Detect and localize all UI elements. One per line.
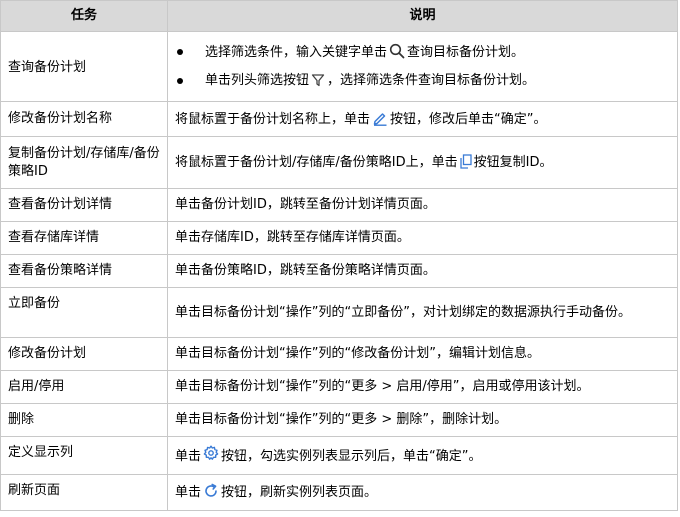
gear-icon [203,445,219,461]
table-row: 查看备份计划详情 单击备份计划ID，跳转至备份计划详情页面。 [0,188,678,222]
header-description: 说明 [167,0,678,32]
edit-icon [372,110,388,126]
header-task: 任务 [0,0,168,32]
header-row: 任务 说明 [0,0,678,32]
description-cell: 单击备份计划ID，跳转至备份计划详情页面。 [167,188,678,222]
table-row: 查看备份策略详情 单击备份策略ID，跳转至备份策略详情页面。 [0,254,678,288]
task-cell: 查看备份策略详情 [0,254,168,288]
bullet-item: 选择筛选条件，输入关键字单击 查询目标备份计划。 [175,43,670,62]
task-cell: 查询备份计划 [0,31,168,102]
description-cell: 单击目标备份计划“操作”列的“更多 > 删除”，删除计划。 [167,403,678,437]
description-cell: 单击存储库ID，跳转至存储库详情页面。 [167,221,678,255]
search-icon [389,43,405,59]
description-cell: 选择筛选条件，输入关键字单击 查询目标备份计划。 单击列头筛选按钮 ，选择筛选条件查… [167,31,678,102]
task-cell: 定义显示列 [0,436,168,475]
task-cell: 修改备份计划名称 [0,101,168,137]
table-row: 启用/停用 单击目标备份计划“操作”列的“更多 > 启用/停用”，启用或停用该计… [0,370,678,404]
task-cell: 复制备份计划/存储库/备份策略ID [0,136,168,189]
refresh-icon [203,483,219,499]
table-row: 删除 单击目标备份计划“操作”列的“更多 > 删除”，删除计划。 [0,403,678,437]
task-cell: 查看存储库详情 [0,221,168,255]
description-cell: 将鼠标置于备份计划/存储库/备份策略ID上，单击 按钮复制ID。 [167,136,678,189]
table-row: 查看存储库详情 单击存储库ID，跳转至存储库详情页面。 [0,221,678,255]
bullet-item: 单击列头筛选按钮 ，选择筛选条件查询目标备份计划。 [175,72,670,90]
description-cell: 单击目标备份计划“操作”列的“立即备份”，对计划绑定的数据源执行手动备份。 [167,287,678,338]
task-cell: 删除 [0,403,168,437]
task-cell: 查看备份计划详情 [0,188,168,222]
operations-table: 任务 说明 查询备份计划 选择筛选条件，输入关键字单击 查询目标备份计划。 单击列… [0,0,678,511]
table-row: 立即备份 单击目标备份计划“操作”列的“立即备份”，对计划绑定的数据源执行手动备… [0,287,678,338]
table-row: 刷新页面 单击 按钮，刷新实例列表页面。 [0,474,678,511]
table-row: 复制备份计划/存储库/备份策略ID 将鼠标置于备份计划/存储库/备份策略ID上，… [0,136,678,189]
task-cell: 启用/停用 [0,370,168,404]
description-cell: 单击目标备份计划“操作”列的“更多 > 启用/停用”，启用或停用该计划。 [167,370,678,404]
description-cell: 单击目标备份计划“操作”列的“修改备份计划”，编辑计划信息。 [167,337,678,371]
description-cell: 单击备份策略ID，跳转至备份策略详情页面。 [167,254,678,288]
description-cell: 单击 按钮，勾选实例列表显示列后，单击“确定”。 [167,436,678,475]
table-row: 定义显示列 单击 按钮，勾选实例列表显示列后，单击“确定”。 [0,436,678,475]
description-cell: 将鼠标置于备份计划名称上，单击 按钮，修改后单击“确定”。 [167,101,678,137]
copy-icon [459,153,472,169]
table-row: 查询备份计划 选择筛选条件，输入关键字单击 查询目标备份计划。 单击列头筛选按钮，… [0,31,678,102]
table-row: 修改备份计划 单击目标备份计划“操作”列的“修改备份计划”，编辑计划信息。 [0,337,678,371]
filter-icon [311,73,325,87]
task-cell: 立即备份 [0,287,168,338]
task-cell: 修改备份计划 [0,337,168,371]
description-cell: 单击 按钮，刷新实例列表页面。 [167,474,678,511]
table-row: 修改备份计划名称 将鼠标置于备份计划名称上，单击 按钮，修改后单击“确定”。 [0,101,678,137]
task-cell: 刷新页面 [0,474,168,511]
